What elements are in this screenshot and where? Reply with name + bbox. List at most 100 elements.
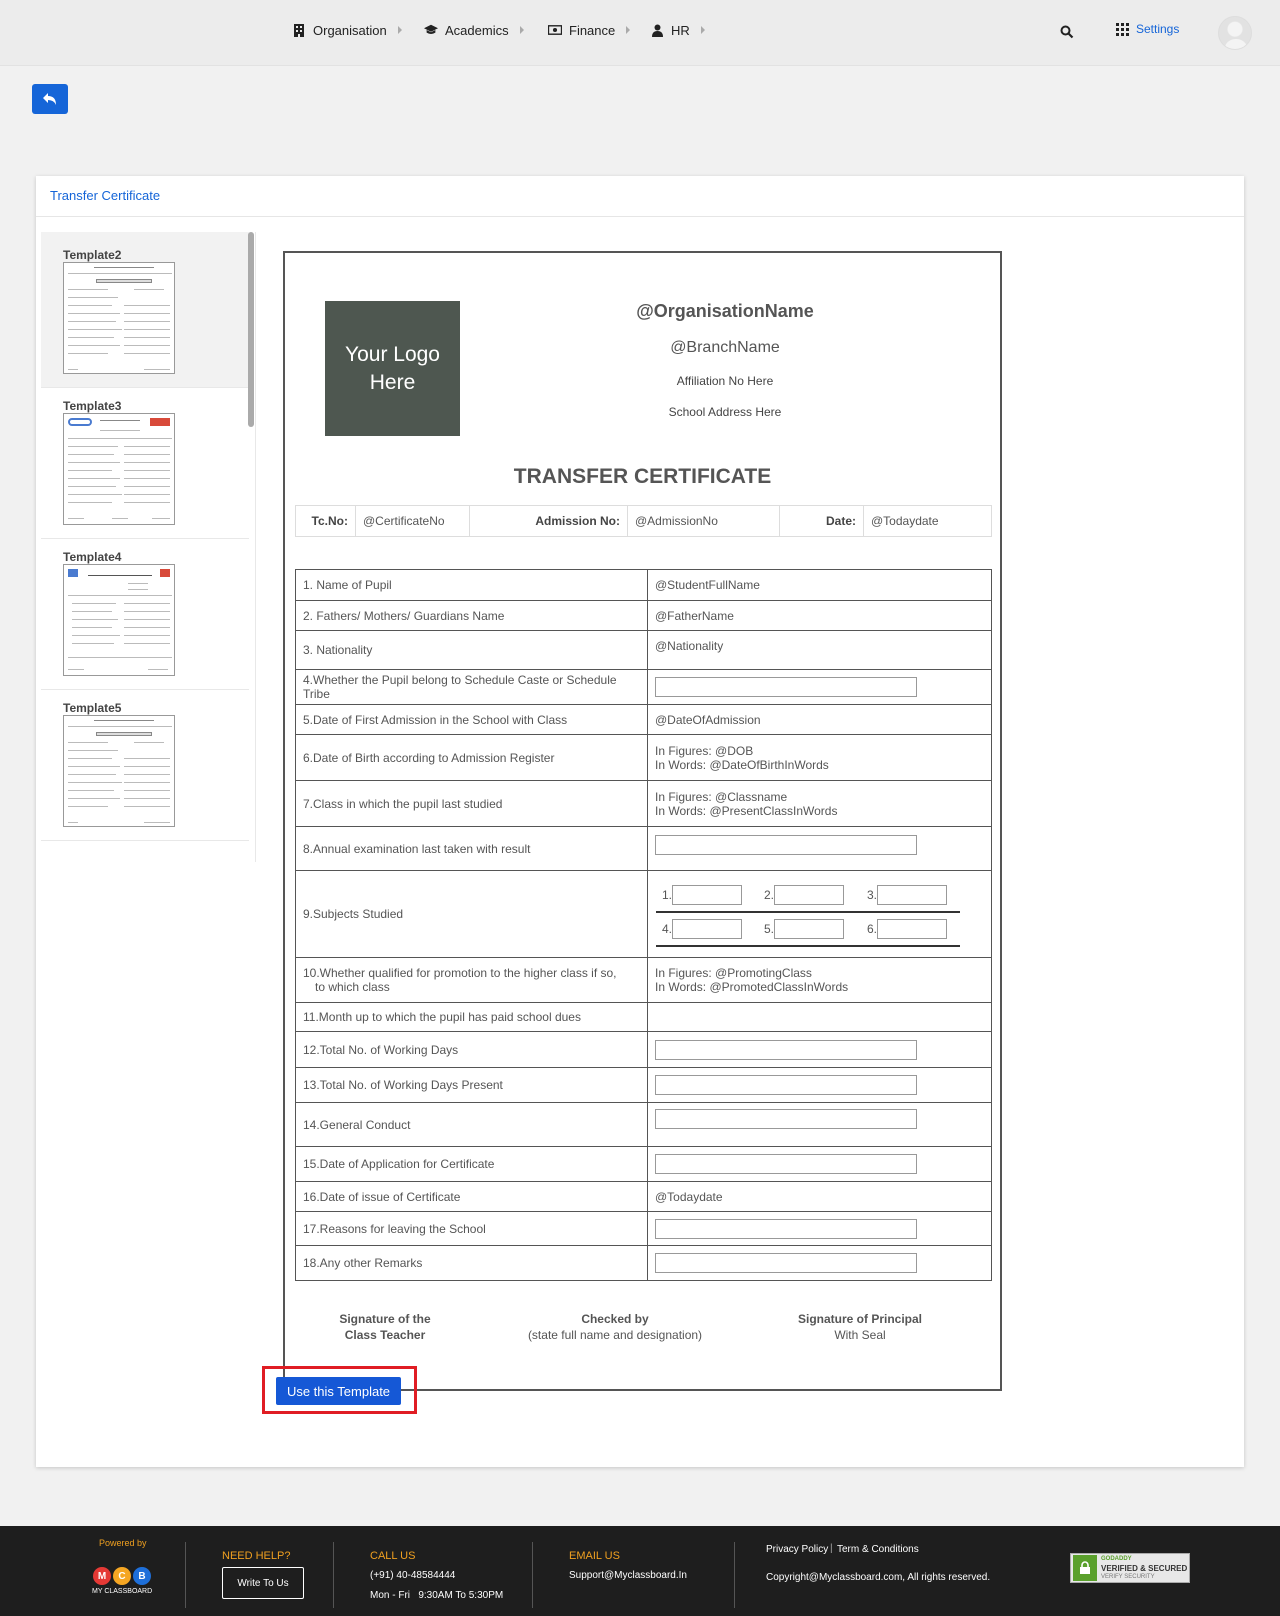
question-cell: 18.Any other Remarks xyxy=(295,1245,648,1281)
teacher-signature: Signature of the Class Teacher xyxy=(325,1311,445,1343)
badge-text: GODADDY VERIFIED & SECURED VERIFY SECURI… xyxy=(1101,1555,1187,1582)
tc-no-label: Tc.No: xyxy=(295,505,356,537)
nav-hr[interactable]: HR xyxy=(650,20,705,40)
template-item[interactable]: Template3 xyxy=(41,383,249,539)
days-present-field[interactable] xyxy=(655,1075,917,1095)
use-template-button[interactable]: Use this Template xyxy=(276,1377,401,1405)
table-row: 12.Total No. of Working Days xyxy=(295,1031,992,1068)
subject-number: 6. xyxy=(867,922,878,936)
table-row: 1. Name of Pupil @StudentFullName xyxy=(295,569,992,601)
sc-st-field[interactable] xyxy=(655,677,917,697)
powered-by-label: Powered by xyxy=(99,1538,147,1548)
application-date-field[interactable] xyxy=(655,1154,917,1174)
signature-title: Signature of Principal xyxy=(797,1312,923,1326)
divider xyxy=(656,911,960,913)
subject-field[interactable] xyxy=(877,919,948,939)
affiliation-number: Affiliation No Here xyxy=(676,374,774,388)
certificate-heading: TRANSFER CERTIFICATE xyxy=(513,465,772,488)
answer-cell xyxy=(647,1211,992,1246)
privacy-policy-link[interactable]: Privacy Policy xyxy=(766,1544,828,1555)
question-cell: 9.Subjects Studied xyxy=(295,870,648,958)
divider xyxy=(656,945,960,947)
template-thumbnail xyxy=(63,564,175,676)
admission-no-label: Admission No: xyxy=(469,505,628,537)
nav-label: Organisation xyxy=(313,22,387,38)
subject-field[interactable] xyxy=(877,885,948,905)
subject-field[interactable] xyxy=(774,885,845,905)
back-button[interactable] xyxy=(32,84,68,114)
subject-field[interactable] xyxy=(774,919,845,939)
exam-result-field[interactable] xyxy=(655,835,917,855)
top-navbar: Organisation Academics Finance HR Settin… xyxy=(0,0,1280,66)
date-label: Date: xyxy=(779,505,864,537)
nav-academics[interactable]: Academics xyxy=(424,20,524,40)
template-item[interactable]: Template2 xyxy=(41,232,249,388)
nav-organisation[interactable]: Organisation xyxy=(292,20,402,40)
subject-slot: 2. xyxy=(764,885,845,905)
subject-number: 1. xyxy=(662,888,673,902)
godaddy-security-badge[interactable]: GODADDY VERIFIED & SECURED VERIFY SECURI… xyxy=(1070,1553,1190,1583)
checked-by-signature: Checked by (state full name and designat… xyxy=(515,1311,715,1343)
remarks-field[interactable] xyxy=(655,1253,917,1273)
answer-cell xyxy=(647,1067,992,1103)
logo-letter-c: C xyxy=(113,1567,131,1585)
template-thumbnail xyxy=(63,715,175,827)
working-days-field[interactable] xyxy=(655,1039,917,1060)
answer-line: In Words: @PresentClassInWords xyxy=(655,803,838,818)
answer-cell xyxy=(647,826,992,871)
subject-field[interactable] xyxy=(672,919,743,939)
question-cell: 16.Date of issue of Certificate xyxy=(295,1181,648,1212)
answer-cell: @DateOfAdmission xyxy=(647,704,992,735)
answer-cell xyxy=(647,1102,992,1147)
signature-title: Class Teacher xyxy=(344,1328,426,1342)
search-icon[interactable] xyxy=(1060,25,1074,39)
template-item[interactable]: Template5 xyxy=(41,685,249,841)
caret-right-icon xyxy=(626,26,631,34)
answer-line: In Figures: @DOB xyxy=(655,743,754,758)
email-us-heading: EMAIL US xyxy=(569,1550,620,1562)
certificate-details-table: 1. Name of Pupil @StudentFullName 2. Fat… xyxy=(295,569,992,1281)
subject-field[interactable] xyxy=(672,885,743,905)
principal-signature: Signature of Principal With Seal xyxy=(785,1311,935,1343)
terms-link[interactable]: Term & Conditions xyxy=(837,1544,919,1555)
answer-cell: In Figures: @Classname In Words: @Presen… xyxy=(647,780,992,827)
answer-cell: 1. 2. 3. 4. 5. 6. xyxy=(647,870,992,958)
signature-subtitle: With Seal xyxy=(834,1328,886,1342)
badge-subtitle: VERIFY SECURITY xyxy=(1101,1573,1155,1580)
answer-cell: @FatherName xyxy=(647,600,992,631)
logo-letter-b: B xyxy=(133,1567,151,1585)
answer-line: In Figures: @Classname xyxy=(655,789,788,804)
divider xyxy=(532,1542,533,1608)
leaving-reason-field[interactable] xyxy=(655,1218,917,1239)
general-conduct-field[interactable] xyxy=(655,1109,917,1129)
table-row: 14.General Conduct xyxy=(295,1102,992,1147)
answer-line: In Words: @PromotedClassInWords xyxy=(655,980,849,994)
answer-cell: @Nationality xyxy=(647,630,992,670)
support-email[interactable]: Support@Myclassboard.In xyxy=(569,1570,687,1581)
table-row: 9.Subjects Studied 1. 2. 3. 4. 5. 6. xyxy=(295,870,992,958)
table-row: 15.Date of Application for Certificate xyxy=(295,1146,992,1182)
nav-finance[interactable]: Finance xyxy=(548,20,631,40)
graduation-cap-icon xyxy=(424,23,438,37)
write-to-us-button[interactable]: Write To Us xyxy=(222,1567,304,1599)
subject-slot: 4. xyxy=(662,919,743,939)
answer-line: In Words: @DateOfBirthInWords xyxy=(655,757,829,772)
template-name: Template3 xyxy=(63,399,122,413)
office-hours: Mon - Fri 9:30AM To 5:30PM xyxy=(370,1590,504,1601)
signature-subtitle: (state full name and designation) xyxy=(527,1328,703,1342)
template-item[interactable]: Template4 xyxy=(41,534,249,690)
template-list-scrollbar[interactable] xyxy=(248,232,254,427)
template-card: Transfer Certificate Template2 Template3… xyxy=(36,176,1244,1467)
settings-button[interactable]: Settings xyxy=(1116,22,1179,36)
signature-title: Checked by xyxy=(581,1312,649,1326)
avatar[interactable] xyxy=(1218,16,1252,50)
table-row: 11.Month up to which the pupil has paid … xyxy=(295,1002,992,1032)
school-address: School Address Here xyxy=(668,405,782,419)
table-row: 2. Fathers/ Mothers/ Guardians Name @Fat… xyxy=(295,600,992,631)
settings-label: Settings xyxy=(1136,22,1180,36)
question-cell: 4.Whether the Pupil belong to Schedule C… xyxy=(295,669,648,705)
answer-cell: @StudentFullName xyxy=(647,569,992,601)
subjects-grid: 1. 2. 3. 4. 5. 6. xyxy=(648,871,991,957)
lock-icon xyxy=(1073,1555,1097,1581)
subject-number: 2. xyxy=(764,888,775,902)
